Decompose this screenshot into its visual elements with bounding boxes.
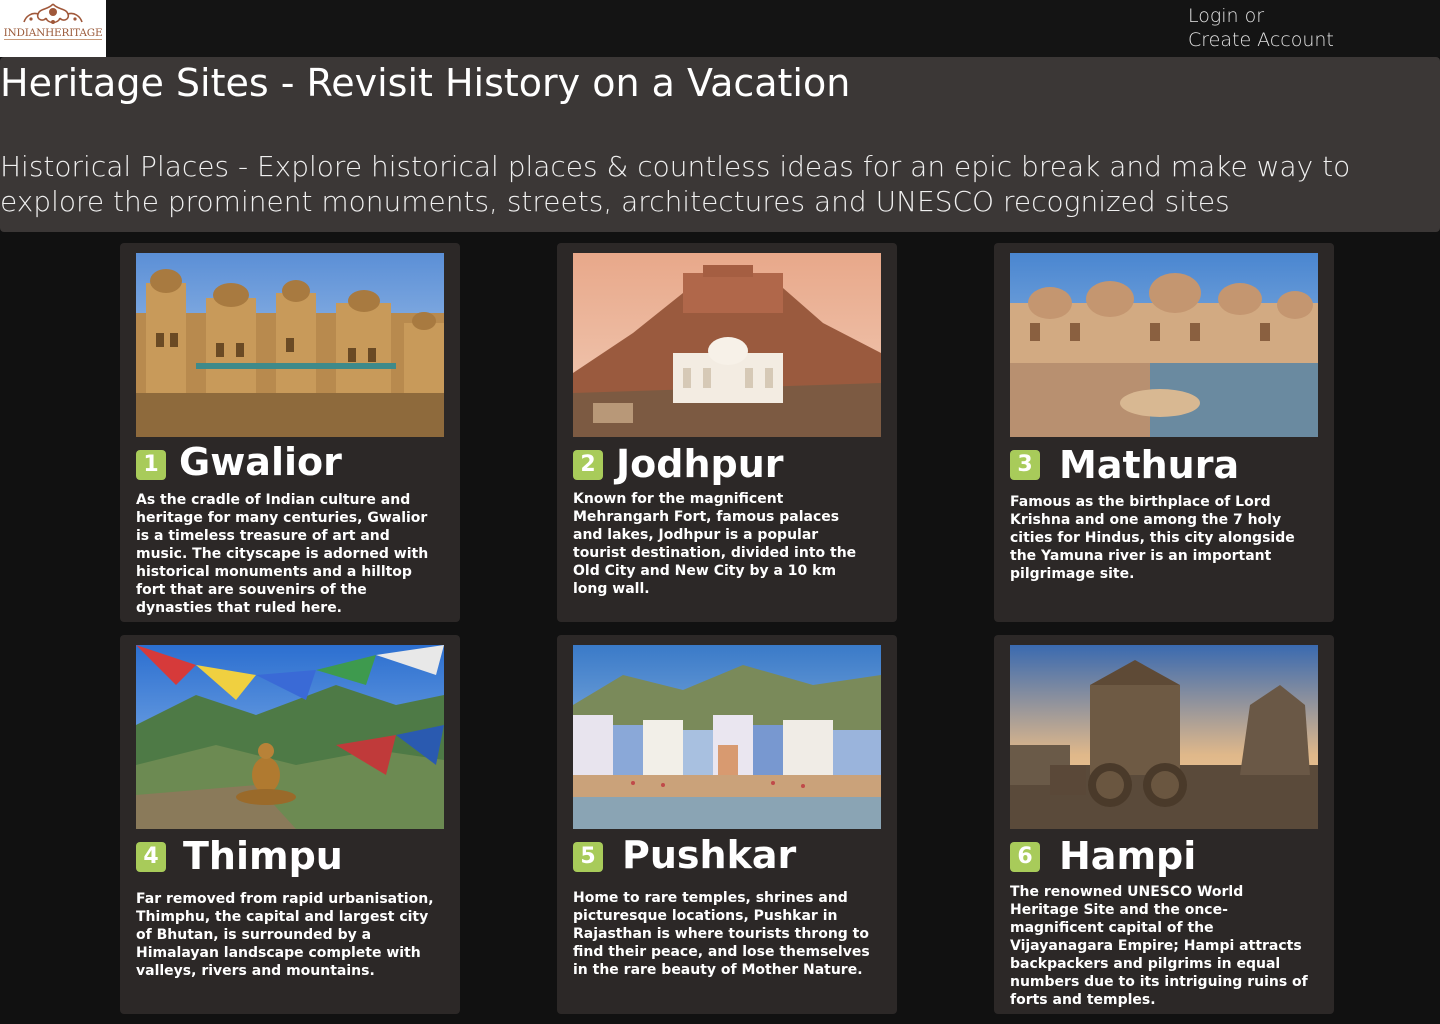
place-number-badge: 2 (573, 450, 603, 480)
top-bar: INDIANHERITAGE Login or Create Account (0, 0, 1440, 57)
hero-panel: Heritage Sites - Revisit History on a Va… (0, 57, 1440, 232)
place-title: Mathura (1059, 443, 1240, 487)
place-description: The renowned UNESCO World Heritage Site … (1010, 884, 1308, 1008)
page-title: Heritage Sites - Revisit History on a Va… (0, 61, 851, 105)
login-link[interactable]: Login or (1188, 4, 1334, 28)
lakeside-town-photo (573, 645, 881, 829)
ornament-icon (23, 3, 83, 24)
place-title: Pushkar (622, 833, 797, 877)
temple-lake-photo (1010, 253, 1318, 437)
place-card-jodhpur[interactable]: 2 Jodhpur Known for the magnificent Mehr… (557, 243, 897, 622)
auth-links: Login or Create Account (1188, 4, 1334, 52)
place-description: Known for the magnificent Mehrangarh For… (573, 491, 857, 597)
place-description: As the cradle of Indian culture and heri… (136, 492, 429, 616)
page-subtitle: Historical Places - Explore historical p… (0, 150, 1351, 218)
create-account-link[interactable]: Create Account (1188, 28, 1334, 52)
place-number-badge: 6 (1010, 842, 1040, 872)
place-card-hampi[interactable]: 6 Hampi The renowned UNESCO World Herita… (994, 635, 1334, 1014)
place-title: Jodhpur (616, 442, 784, 486)
place-card-thimpu[interactable]: 4 Thimpu Far removed from rapid urbanisa… (120, 635, 460, 1014)
place-card-gwalior[interactable]: 1 Gwalior As the cradle of Indian cultur… (120, 243, 460, 622)
place-number-badge: 3 (1010, 450, 1040, 480)
place-description: Far removed from rapid urbanisation, Thi… (136, 891, 434, 979)
place-number-badge: 4 (136, 842, 166, 872)
place-number-badge: 1 (136, 450, 166, 480)
fort-photo (136, 253, 444, 437)
place-description: Famous as the birthplace of Lord Krishna… (1010, 494, 1295, 582)
place-title: Hampi (1059, 834, 1197, 878)
place-title: Thimpu (183, 834, 343, 878)
place-description: Home to rare temples, shrines and pictur… (573, 890, 870, 978)
logo-text: INDIANHERITAGE (3, 27, 103, 40)
place-card-mathura[interactable]: 3 Mathura Famous as the birthplace of Lo… (994, 243, 1334, 622)
place-number-badge: 5 (573, 842, 603, 872)
site-logo[interactable]: INDIANHERITAGE (0, 0, 106, 57)
buddha-prayer-flags-photo (136, 645, 444, 829)
place-card-pushkar[interactable]: 5 Pushkar Home to rare temples, shrines … (557, 635, 897, 1014)
fort-on-hill-photo (573, 253, 881, 437)
stone-chariot-photo (1010, 645, 1318, 829)
place-title: Gwalior (179, 440, 342, 484)
